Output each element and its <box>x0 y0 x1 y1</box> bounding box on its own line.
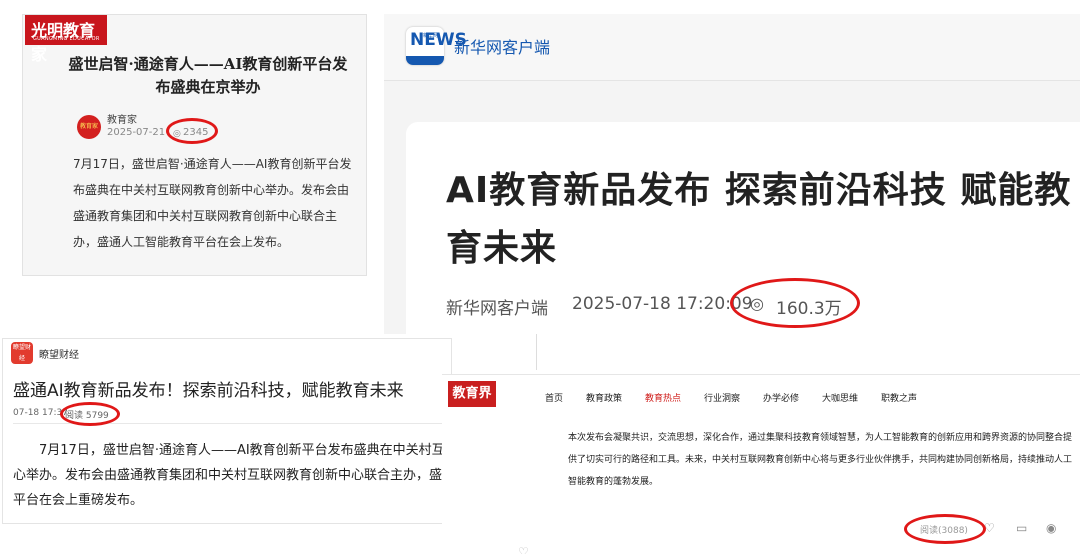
divider <box>13 423 451 424</box>
body-line: 平台在会上重磅发布。 <box>13 493 144 508</box>
heart-icon[interactable]: ♡ <box>984 521 995 535</box>
article-card: AI教育新品发布 探索前沿科技 赋能教育未来 新华网客户端 2025-07-18… <box>406 122 1080 334</box>
liaowang-article-panel: 瞭望财经 瞭望财经 盛通AI教育新品发布！探索前沿科技，赋能教育未来 07-18… <box>2 338 452 524</box>
comment-icon[interactable]: ▭ <box>1016 521 1027 535</box>
app-header: NEWS 新华网 新华网客户端 <box>384 14 1080 81</box>
view-count: 2345 <box>183 127 209 138</box>
article-body: 7月17日，盛世启智·通途育人——AI教育创新平台发布盛典在中关村互联网教育创新… <box>13 438 447 513</box>
guangming-article-panel: 光明教育家 GUANGMING EDUCATOR 盛世启智·通途育人——AI教育… <box>22 14 367 276</box>
nav-experts[interactable]: 大咖思维 <box>822 391 858 404</box>
heart-icon[interactable]: ♡ <box>518 545 529 554</box>
nav-school[interactable]: 办学必修 <box>763 391 799 404</box>
nav-policy[interactable]: 教育政策 <box>586 391 622 404</box>
publish-time: 2025-07-18 17:20:09 <box>572 294 753 314</box>
eye-icon: ◎ <box>173 129 181 139</box>
xinhua-app-logo[interactable]: NEWS 新华网 <box>406 27 467 65</box>
body-line: 心举办。发布会由盛通教育集团和中关村互联网教育创新中心联合主办，盛通人工智能教育 <box>13 468 447 483</box>
wechat-icon[interactable]: ◉ <box>1046 521 1056 535</box>
divider <box>536 334 537 370</box>
publish-date: 2025-07-21 <box>107 127 166 138</box>
eye-icon: ◎ <box>750 294 764 313</box>
avatar[interactable]: 教育家 <box>77 115 101 139</box>
liaowang-logo[interactable]: 瞭望财经 <box>11 342 33 364</box>
jiaoyujie-article-panel: 教育界网 首页 教育政策 教育热点 行业洞察 办学必修 大咖思维 职教之声 本次… <box>442 374 1080 554</box>
author-name[interactable]: 教育家 <box>107 111 137 126</box>
nav-insight[interactable]: 行业洞察 <box>704 391 740 404</box>
nav-hot[interactable]: 教育热点 <box>645 391 681 404</box>
app-logo-small: 新华网 <box>423 33 439 39</box>
article-title: 盛通AI教育新品发布！探索前沿科技，赋能教育未来 <box>13 381 404 401</box>
view-count: 阅读 5799 <box>65 411 109 421</box>
view-count: 阅读(3088) <box>920 526 968 536</box>
body-line: 7月17日，盛世启智·通途育人——AI教育创新平台发布盛典在中关村互联网教育创新… <box>39 443 447 458</box>
brand-name[interactable]: 瞭望财经 <box>39 346 79 361</box>
jiaoyujie-logo[interactable]: 教育界网 <box>448 381 496 427</box>
xinhua-article-panel: NEWS 新华网 新华网客户端 AI教育新品发布 探索前沿科技 赋能教育未来 新… <box>384 14 1080 334</box>
nav-vocational[interactable]: 职教之声 <box>881 391 917 404</box>
logo-subtitle: GUANGMING EDUCATOR <box>33 36 100 42</box>
article-source[interactable]: 新华网客户端 <box>446 294 548 319</box>
app-logo-bar <box>406 56 444 65</box>
article-body: 7月17日，盛世启智·通途育人——AI教育创新平台发布盛典在中关村互联网教育创新… <box>73 157 352 249</box>
view-count: 160.3万 <box>776 299 842 319</box>
article-body: 本次发布会凝聚共识，交流思想，深化合作，通过集聚科技教育领域智慧，为人工智能教育… <box>568 433 1073 487</box>
article-title: 盛世启智·通途育人——AI教育创新平台发布盛典在京举办 <box>68 55 348 96</box>
nav-home[interactable]: 首页 <box>545 391 563 404</box>
article-title: AI教育新品发布 探索前沿科技 赋能教育未来 <box>446 170 1072 269</box>
app-name[interactable]: 新华网客户端 <box>454 34 550 58</box>
guangming-educator-logo[interactable]: 光明教育家 GUANGMING EDUCATOR <box>25 15 107 64</box>
publish-time: 07-18 17:37 <box>13 408 68 418</box>
